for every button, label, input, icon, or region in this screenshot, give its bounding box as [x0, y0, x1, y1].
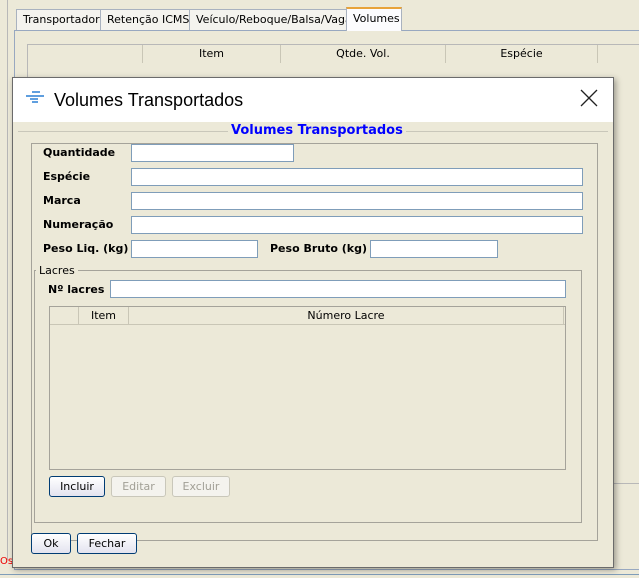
column-header-numero-lacre[interactable]: Número Lacre — [129, 307, 564, 324]
fechar-button[interactable]: Fechar — [77, 533, 137, 554]
tab-veiculo[interactable]: Veículo/Reboque/Balsa/Vagão — [189, 9, 366, 30]
n-lacres-label: Nº lacres — [48, 283, 105, 296]
tab-retencao-icms[interactable]: Retenção ICMS — [100, 9, 197, 30]
column-header-item[interactable]: Item — [79, 307, 129, 324]
left-border — [0, 0, 8, 560]
ok-button[interactable]: Ok — [31, 533, 71, 554]
peso-bruto-input[interactable] — [370, 240, 498, 258]
quantidade-input[interactable] — [131, 144, 294, 162]
peso-liq-input[interactable] — [131, 240, 258, 258]
tab-transportador[interactable]: Transportador — [16, 9, 107, 30]
marca-label: Marca — [43, 194, 81, 207]
column-header[interactable] — [50, 307, 79, 324]
column-header-qtde[interactable]: Qtde. Vol. — [281, 45, 446, 63]
excluir-button[interactable]: Excluir — [172, 476, 230, 497]
editar-button[interactable]: Editar — [111, 476, 166, 497]
numeracao-label: Numeração — [43, 218, 114, 231]
column-header-item[interactable]: Item — [143, 45, 281, 63]
column-header[interactable] — [28, 45, 143, 63]
lacres-group-title: Lacres — [36, 264, 78, 277]
bottom-buttons-strip — [0, 574, 639, 578]
tab-volumes[interactable]: Volumes — [346, 7, 402, 31]
peso-liq-label: Peso Liq. (kg) — [43, 242, 129, 255]
numeracao-input[interactable] — [131, 216, 583, 234]
header-divider — [50, 324, 565, 325]
marca-input[interactable] — [131, 192, 583, 210]
volumes-group-title: Volumes Transportados — [228, 123, 406, 138]
especie-input[interactable] — [131, 168, 583, 186]
dialog-titlebar: Volumes Transportados — [13, 78, 613, 122]
peso-bruto-label: Peso Bruto (kg) — [270, 242, 367, 255]
volumes-dialog: Volumes Transportados Volumes Transporta… — [12, 77, 614, 568]
n-lacres-input[interactable] — [110, 280, 566, 298]
incluir-button[interactable]: Incluir — [49, 476, 105, 497]
column-header-especie[interactable]: Espécie — [446, 45, 598, 63]
quantidade-label: Quantidade — [43, 146, 116, 159]
lacres-table: Item Número Lacre — [49, 306, 566, 470]
sefaz-logo-icon — [24, 90, 46, 104]
close-icon[interactable] — [580, 89, 598, 107]
especie-label: Espécie — [43, 170, 91, 183]
dialog-title: Volumes Transportados — [54, 90, 244, 110]
